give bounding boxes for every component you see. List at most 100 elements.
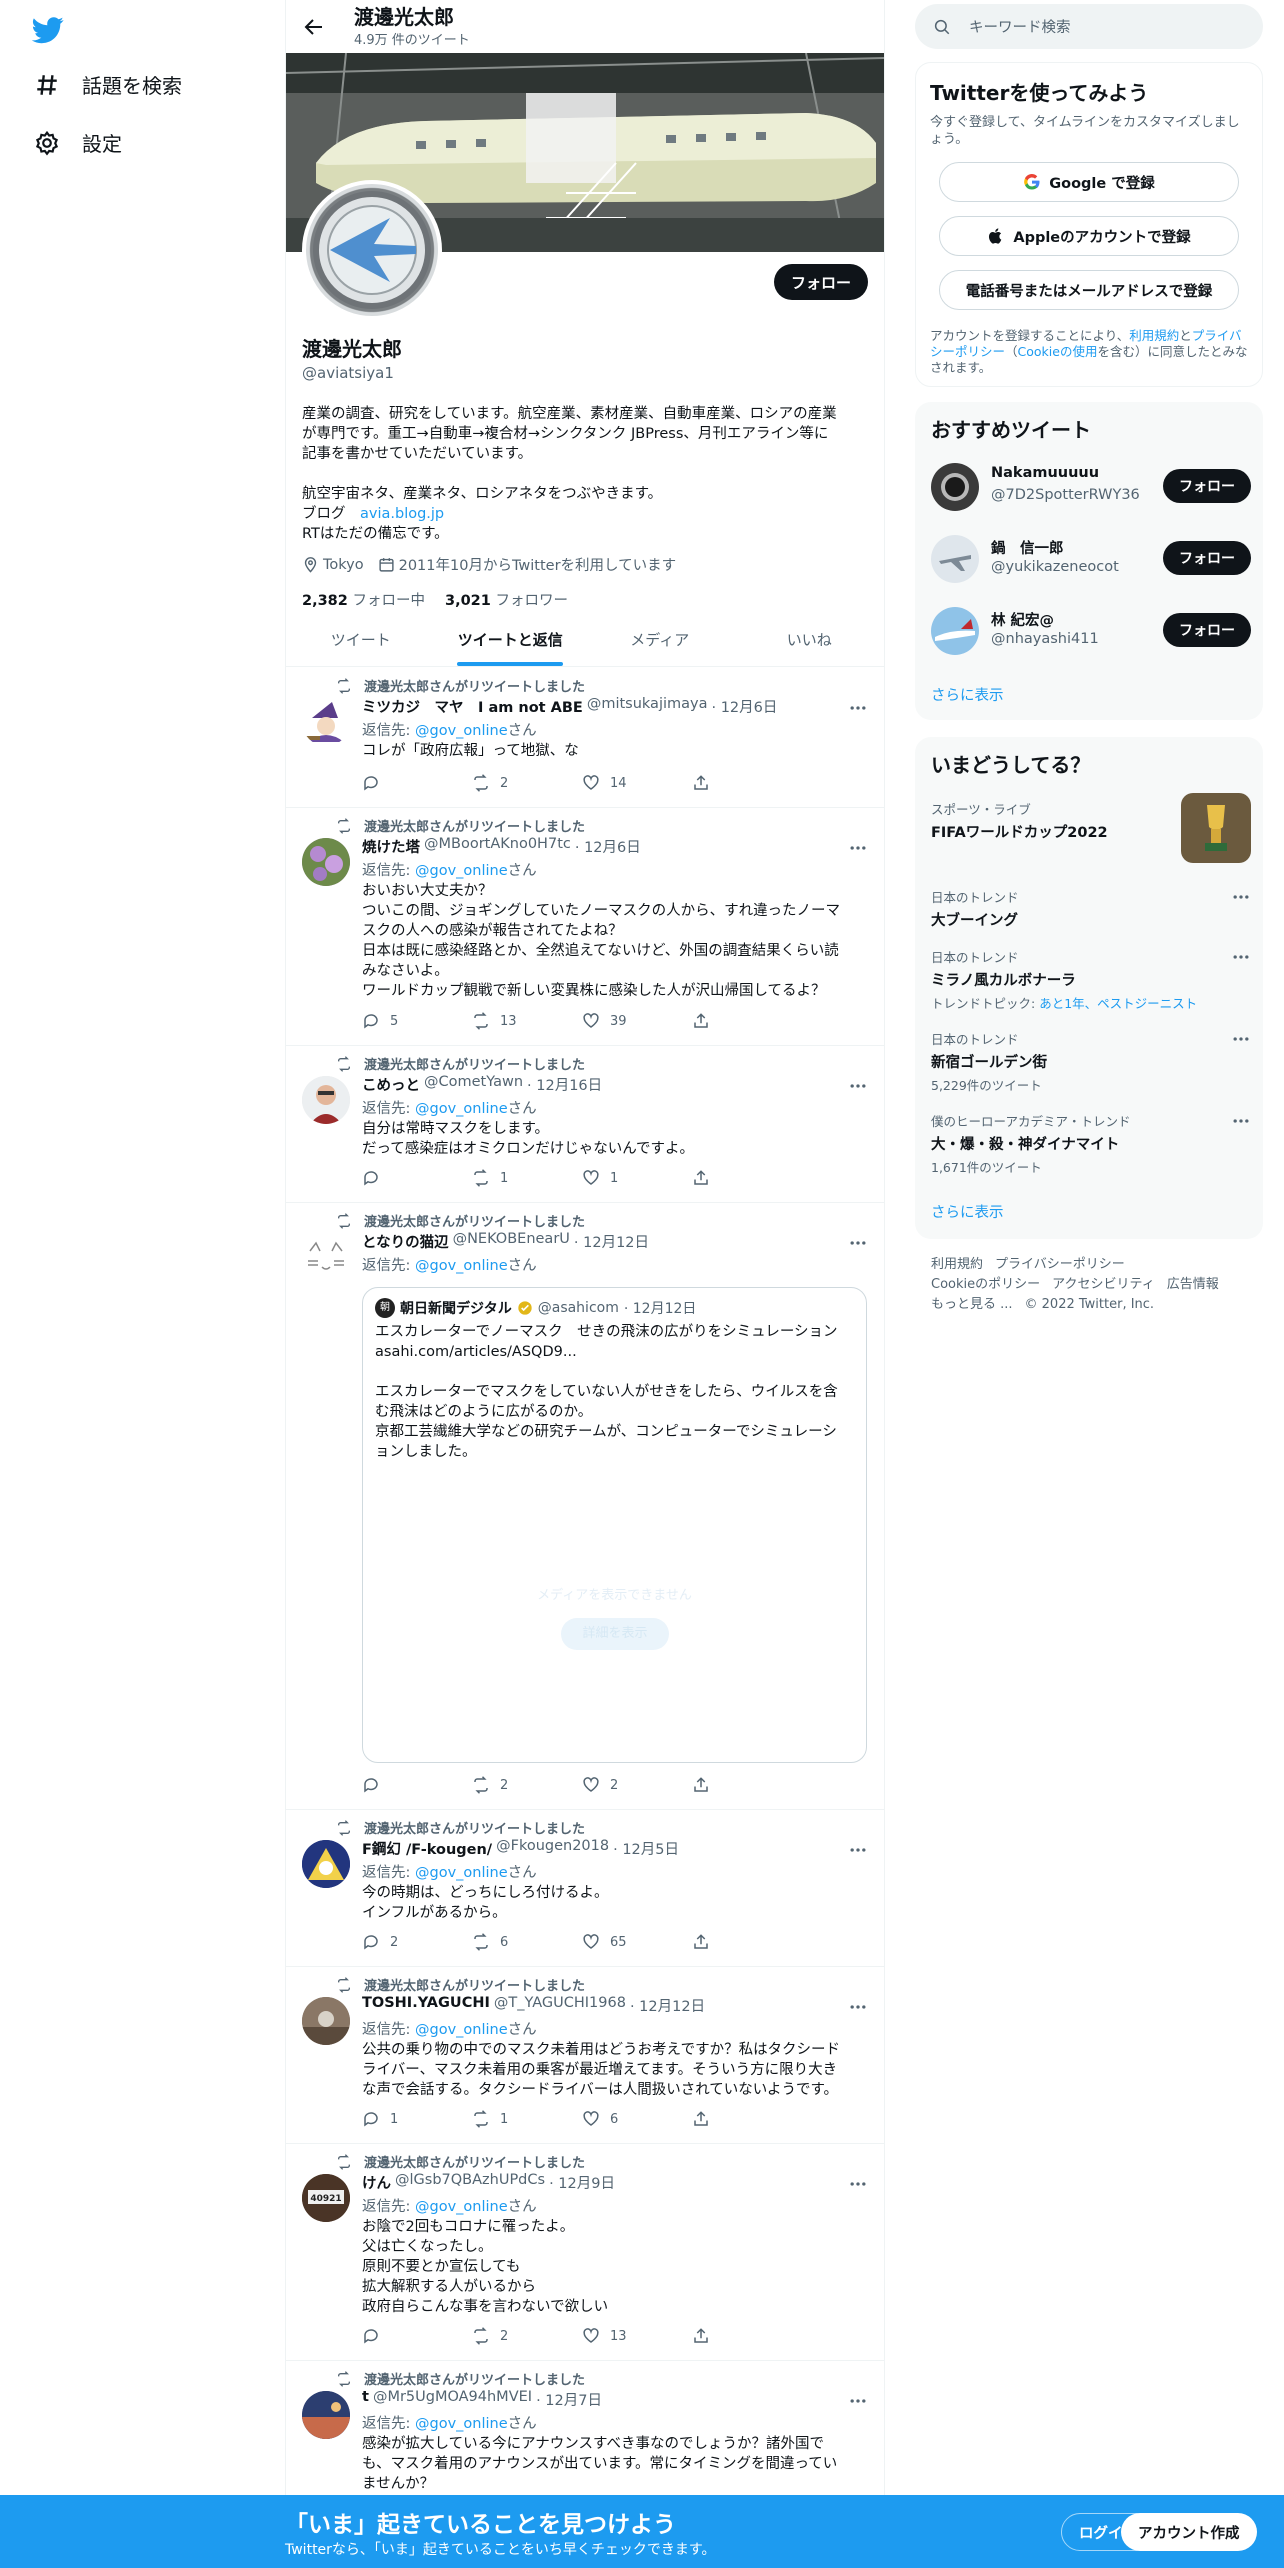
footer-link[interactable]: アクセシビリティ bbox=[1052, 1277, 1155, 1292]
phone-email-signup-button[interactable]: 電話番号またはメールアドレスで登録 bbox=[939, 270, 1239, 310]
terms-of-service-link[interactable]: 利用規約 bbox=[1129, 328, 1179, 343]
avatar[interactable] bbox=[302, 1840, 350, 1888]
tweet[interactable]: 渡邊光太郎さんがリツイートしました t @Mr5UgMOA94hMVEI · 12月… bbox=[286, 2361, 884, 2495]
tweet-date[interactable]: · 12月9日 bbox=[549, 2172, 615, 2193]
like-button[interactable]: 65 bbox=[582, 1933, 692, 1951]
share-button[interactable] bbox=[692, 1933, 802, 1951]
more-options-icon[interactable] bbox=[1231, 1111, 1251, 1131]
avatar[interactable] bbox=[302, 2391, 350, 2439]
like-button[interactable]: 6 bbox=[582, 2110, 692, 2128]
following-count[interactable]: 2,382 フォロー中 bbox=[302, 589, 425, 610]
tweet-handle[interactable]: @Fkougen2018 bbox=[496, 1838, 609, 1859]
avatar[interactable] bbox=[302, 698, 350, 746]
retweet-button[interactable]: 13 bbox=[472, 1012, 582, 1030]
footer-link[interactable]: Cookieのポリシー bbox=[931, 1277, 1040, 1292]
reply-to-link[interactable]: @gov_online bbox=[415, 2199, 508, 2215]
tweet-date[interactable]: · 12月12日 bbox=[630, 1995, 705, 2016]
tweet-handle[interactable]: @T_YAGUCHI1968 bbox=[494, 1995, 626, 2016]
tweet-date[interactable]: · 12月5日 bbox=[613, 1838, 679, 1859]
tweet-author[interactable]: t bbox=[362, 2389, 369, 2410]
tweet-date[interactable]: · 12月7日 bbox=[536, 2389, 602, 2410]
retweet-button[interactable]: 1 bbox=[472, 1169, 582, 1187]
reply-button[interactable]: 5 bbox=[362, 1012, 472, 1030]
followers-count[interactable]: 3,021 フォロワー bbox=[445, 589, 568, 610]
follow-button[interactable]: フォロー bbox=[1163, 469, 1251, 503]
retweet-button[interactable]: 2 bbox=[472, 2327, 582, 2345]
reply-to-link[interactable]: @gov_online bbox=[415, 2416, 508, 2432]
tweet[interactable]: 渡邊光太郎さんがリツイートしました F鋼幻 /F-kougen/@Fkougen… bbox=[286, 1810, 884, 1967]
reply-button[interactable] bbox=[362, 1776, 472, 1794]
more-options-icon[interactable] bbox=[1231, 947, 1251, 967]
trend-item[interactable]: スポーツ・ライブ FIFAワールドカップ2022 bbox=[931, 793, 1251, 863]
retweet-button[interactable]: 1 bbox=[472, 2110, 582, 2128]
trend-item[interactable]: 日本のトレンド ミラノ風カルボナーラ トレンドトピック: あと1年、ペストジーニ… bbox=[931, 947, 1251, 1012]
tweet-author[interactable]: TOSHI.YAGUCHI bbox=[362, 1995, 490, 2016]
retweet-button[interactable]: 2 bbox=[472, 1776, 582, 1794]
tweet-author[interactable]: となりの猫辺 bbox=[362, 1231, 449, 1252]
tweet-handle[interactable]: @mitsukajimaya bbox=[587, 696, 708, 717]
tweet-author[interactable]: ミツカジ マヤ I am not ABE bbox=[362, 696, 583, 717]
tweet[interactable]: 渡邊光太郎さんがリツイートしました 焼けた塔 @MBoortAKno0H7tc · … bbox=[286, 808, 884, 1046]
more-options-icon[interactable] bbox=[1231, 887, 1251, 907]
more-options-icon[interactable] bbox=[848, 1233, 868, 1253]
back-arrow-icon[interactable] bbox=[302, 15, 326, 39]
media-detail-button[interactable]: 詳細を表示 bbox=[561, 1618, 669, 1650]
tweet-date[interactable]: · 12月12日 bbox=[574, 1231, 649, 1252]
tweet[interactable]: 渡邊光太郎さんがリツイートしました となりの猫辺 @NEKOBEnearU · 12… bbox=[286, 1203, 884, 1810]
follow-button[interactable]: フォロー bbox=[1163, 541, 1251, 575]
apple-signup-button[interactable]: Appleのアカウントで登録 bbox=[939, 216, 1239, 256]
google-signup-button[interactable]: Google で登録 bbox=[939, 162, 1239, 202]
more-options-icon[interactable] bbox=[848, 2174, 868, 2194]
retweet-button[interactable]: 2 bbox=[472, 774, 582, 792]
footer-link[interactable]: プライバシーポリシー bbox=[995, 1257, 1125, 1272]
share-button[interactable] bbox=[692, 1776, 802, 1794]
more-options-icon[interactable] bbox=[848, 838, 868, 858]
recommend-show-more-link[interactable]: さらに表示 bbox=[931, 684, 1004, 705]
nav-explore[interactable]: 話題を検索 bbox=[34, 70, 182, 99]
recommended-user[interactable]: 林 紀宏@ @nhayashi411 フォロー bbox=[931, 603, 1251, 659]
cookie-use-link[interactable]: Cookieの使用 bbox=[1018, 344, 1098, 359]
share-button[interactable] bbox=[692, 1169, 802, 1187]
share-button[interactable] bbox=[692, 2110, 802, 2128]
avatar[interactable]: 40921 bbox=[302, 2174, 350, 2222]
reply-to-link[interactable]: @gov_online bbox=[415, 723, 508, 739]
tab-likes[interactable]: いいね bbox=[735, 614, 885, 666]
tab-media[interactable]: メディア bbox=[585, 614, 735, 666]
avatar[interactable] bbox=[302, 1233, 350, 1281]
reply-to-link[interactable]: @gov_online bbox=[415, 2022, 508, 2038]
trends-show-more-link[interactable]: さらに表示 bbox=[931, 1201, 1004, 1222]
reply-to-link[interactable]: @gov_online bbox=[415, 863, 508, 879]
tweet[interactable]: 渡邊光太郎さんがリツイートしました TOSHI.YAGUCHI @T_YAGUCH… bbox=[286, 1967, 884, 2144]
tweet-author[interactable]: F鋼幻 /F-kougen/ bbox=[362, 1838, 492, 1859]
more-options-icon[interactable] bbox=[848, 1076, 868, 1096]
tab-tweets-and-replies[interactable]: ツイートと返信 bbox=[436, 614, 586, 666]
tweet[interactable]: 渡邊光太郎さんがリツイートしました こめっと @CometYawn · 12月16日… bbox=[286, 1046, 884, 1203]
tweet-date[interactable]: · 12月6日 bbox=[575, 836, 641, 857]
follow-button[interactable]: フォロー bbox=[773, 264, 868, 300]
recommended-user[interactable]: Nakamuuuuu @7D2SpotterRWY36 フォロー bbox=[931, 459, 1251, 515]
tweet-author[interactable]: こめっと bbox=[362, 1074, 420, 1095]
like-button[interactable]: 39 bbox=[582, 1012, 692, 1030]
tweet-handle[interactable]: @lGsb7QBAzhUPdCs bbox=[395, 2172, 545, 2193]
reply-button[interactable]: 2 bbox=[362, 1933, 472, 1951]
tab-tweets[interactable]: ツイート bbox=[286, 614, 436, 666]
search-box[interactable]: キーワード検索 bbox=[915, 4, 1263, 49]
share-button[interactable] bbox=[692, 774, 802, 792]
like-button[interactable]: 13 bbox=[582, 2327, 692, 2345]
tweet-handle[interactable]: @Mr5UgMOA94hMVEI bbox=[373, 2389, 532, 2410]
more-options-icon[interactable] bbox=[1231, 1029, 1251, 1049]
tweet[interactable]: 渡邊光太郎さんがリツイートしました 40921 けん @lGsb7QBAzhUPd… bbox=[286, 2144, 884, 2361]
reply-to-link[interactable]: @gov_online bbox=[415, 1258, 508, 1274]
create-account-button[interactable]: アカウント作成 bbox=[1121, 2513, 1257, 2551]
tweet-date[interactable]: · 12月16日 bbox=[527, 1074, 602, 1095]
trend-item[interactable]: 日本のトレンド 新宿ゴールデン街 5,229件のツイート bbox=[931, 1029, 1251, 1094]
reply-to-link[interactable]: @gov_online bbox=[415, 1865, 508, 1881]
more-options-icon[interactable] bbox=[848, 2391, 868, 2411]
tweet[interactable]: 渡邊光太郎さんがリツイートしました ミツカジ マヤ I am not ABE @m… bbox=[286, 668, 884, 808]
tweet-handle[interactable]: @NEKOBEnearU bbox=[453, 1231, 570, 1252]
trend-item[interactable]: 日本のトレンド 大ブーイング bbox=[931, 887, 1251, 930]
reply-button[interactable]: 1 bbox=[362, 2110, 472, 2128]
more-options-icon[interactable] bbox=[848, 1840, 868, 1860]
twitter-logo-icon[interactable] bbox=[32, 14, 64, 46]
like-button[interactable]: 14 bbox=[582, 774, 692, 792]
